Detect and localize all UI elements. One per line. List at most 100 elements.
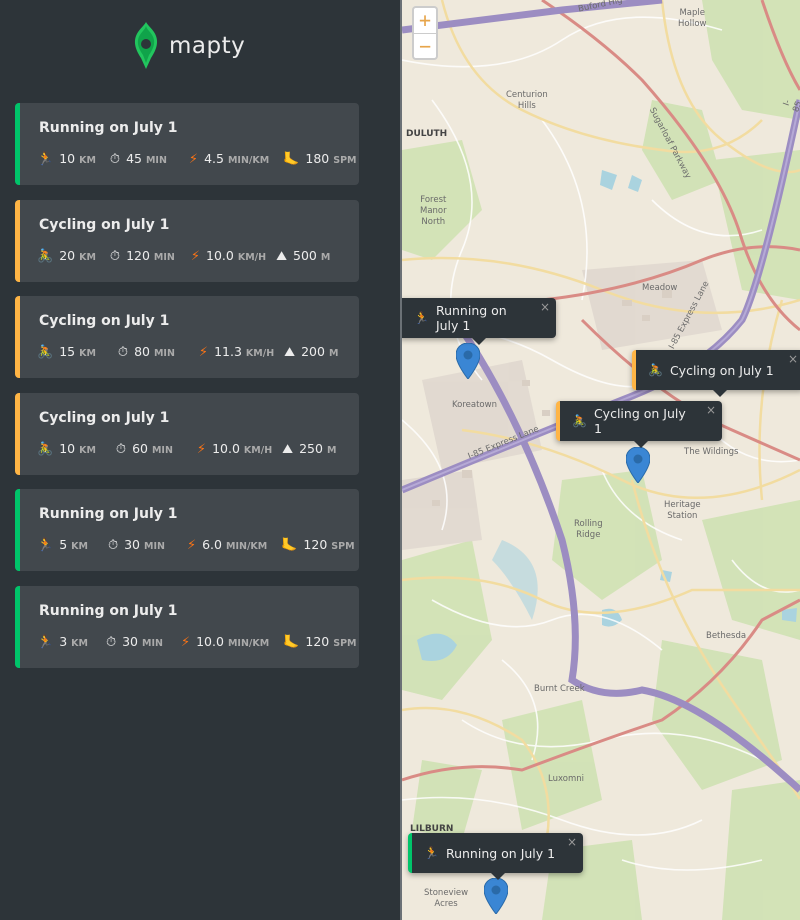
duration-unit: MIN (153, 252, 175, 263)
foot-icon: 🦶 (283, 152, 300, 167)
workout-card[interactable]: Running on July 1 🏃 5 KM ⏱ 30 MIN ⚡ 6.0 MIN/KM… (15, 489, 359, 571)
cadence-detail: 🦶 180 SPM (283, 151, 356, 167)
map-marker-icon[interactable] (484, 878, 508, 914)
map-label-place: Heritage Station (664, 500, 701, 521)
distance-detail: 🚴 10 KM (37, 441, 96, 457)
duration-value: 120 (126, 248, 150, 263)
cyclist-icon: 🚴 (37, 345, 54, 360)
workout-popup[interactable]: 🏃 Running on July 1 × (402, 298, 556, 345)
speed-unit: KM/H (237, 252, 267, 263)
pace-unit: MIN/KM (226, 541, 268, 552)
popup-close-button[interactable]: × (706, 403, 716, 417)
popup-label: Cycling on July 1 (669, 362, 774, 378)
runner-icon: 🏃 (37, 635, 54, 650)
distance-detail: 🏃 3 KM (37, 634, 88, 650)
distance-unit: KM (79, 155, 96, 166)
workout-type-accent (15, 200, 20, 282)
map-label-place: Burnt Creek (534, 684, 585, 694)
foot-icon: 🦶 (281, 538, 298, 553)
map-label-city: DULUTH (406, 129, 448, 139)
map-label-place: Meadow (642, 283, 678, 293)
workout-title: Cycling on July 1 (39, 313, 170, 329)
lightning-icon: ⚡ (198, 345, 209, 360)
distance-unit: KM (71, 541, 88, 552)
workout-card[interactable]: Cycling on July 1 🚴 20 KM ⏱ 120 MIN ⚡ 10.0 KM/… (15, 200, 359, 282)
duration-detail: ⏱ 80 MIN (118, 344, 175, 360)
cadence-unit: SPM (333, 638, 357, 649)
popup-close-button[interactable]: × (788, 352, 798, 366)
zoom-in-button[interactable]: + (414, 8, 436, 33)
duration-value: 80 (134, 344, 150, 359)
cadence-value: 120 (305, 634, 330, 649)
stopwatch-icon: ⏱ (105, 635, 117, 650)
popup-close-button[interactable]: × (567, 835, 577, 849)
pace-detail: ⚡ 10.0 MIN/KM (181, 634, 269, 650)
cyclist-icon: 🚴 (572, 414, 587, 428)
pace-detail: ⚡ 6.0 MIN/KM (187, 537, 267, 553)
distance-unit: KM (79, 348, 96, 359)
workout-details: 🏃 3 KM ⏱ 30 MIN ⚡ 10.0 MIN/KM 🦶 120 SPM (37, 634, 357, 650)
map-label-place: The Wildings (684, 447, 739, 457)
distance-value: 15 (59, 344, 76, 359)
logo-pin-icon (134, 22, 158, 69)
workout-title: Running on July 1 (39, 120, 178, 136)
workout-card[interactable]: Cycling on July 1 🚴 10 KM ⏱ 60 MIN ⚡ 10.0 KM/H… (15, 393, 359, 475)
lightning-icon: ⚡ (196, 442, 207, 457)
cadence-unit: SPM (331, 541, 355, 552)
map-label-place: Stoneview Acres (424, 888, 469, 909)
mountain-icon: ⛰ (284, 345, 296, 360)
pace-detail: ⚡ 4.5 MIN/KM (189, 151, 269, 167)
popup-close-button[interactable]: × (540, 300, 550, 314)
duration-value: 60 (132, 441, 148, 456)
map-label-place: Koreatown (452, 400, 497, 410)
duration-value: 30 (122, 634, 139, 649)
lightning-icon: ⚡ (186, 538, 197, 553)
stopwatch-icon: ⏱ (115, 442, 127, 457)
distance-detail: 🏃 10 KM (37, 151, 96, 167)
pace-value: 10.0 (196, 634, 224, 649)
duration-value: 45 (126, 151, 142, 166)
workout-card[interactable]: Running on July 1 🏃 10 KM ⏱ 45 MIN ⚡ 4.5 MIN/K… (15, 103, 359, 185)
lightning-icon: ⚡ (188, 152, 199, 167)
zoom-out-button[interactable]: − (414, 33, 436, 58)
duration-detail: ⏱ 30 MIN (108, 537, 165, 553)
stopwatch-icon: ⏱ (109, 152, 121, 167)
popup-label: Running on July 1 (445, 845, 556, 861)
workout-details: 🏃 10 KM ⏱ 45 MIN ⚡ 4.5 MIN/KM 🦶 180 SPM (37, 151, 357, 167)
workout-title: Running on July 1 (39, 506, 178, 522)
mountain-icon: ⛰ (276, 249, 288, 264)
map-marker-icon[interactable] (456, 343, 480, 379)
workout-popup[interactable]: 🏃 Running on July 1 × (408, 833, 583, 880)
workout-popup[interactable]: 🚴 Cycling on July 1 × (556, 401, 722, 448)
workout-details: 🚴 10 KM ⏱ 60 MIN ⚡ 10.0 KM/H ⛰ 250 M (37, 441, 336, 457)
workout-card[interactable]: Running on July 1 🏃 3 KM ⏱ 30 MIN ⚡ 10.0 MIN/K… (15, 586, 359, 668)
distance-detail: 🚴 15 KM (37, 344, 96, 360)
duration-detail: ⏱ 45 MIN (110, 151, 167, 167)
distance-value: 10 (59, 151, 76, 166)
speed-value: 11.3 (214, 344, 242, 359)
workout-type-accent (15, 296, 20, 378)
elevation-unit: M (328, 348, 339, 359)
distance-unit: KM (79, 252, 96, 263)
distance-detail: 🏃 5 KM (37, 537, 88, 553)
speed-detail: ⚡ 11.3 KM/H (199, 344, 274, 360)
map-label-place: Rolling Ridge (574, 519, 603, 540)
foot-icon: 🦶 (283, 635, 300, 650)
distance-detail: 🚴 20 KM (37, 248, 96, 264)
elevation-detail: ⛰ 200 M (284, 344, 338, 360)
speed-detail: ⚡ 10.0 KM/H (191, 248, 266, 264)
speed-value: 10.0 (212, 441, 240, 456)
elevation-unit: M (320, 252, 331, 263)
workout-card[interactable]: Cycling on July 1 🚴 15 KM ⏱ 80 MIN ⚡ 11.3 KM/H… (15, 296, 359, 378)
stopwatch-icon: ⏱ (107, 538, 119, 553)
map-tiles[interactable] (402, 0, 800, 920)
map[interactable]: Buford Hig Maple Hollow Centurion Hills … (402, 0, 800, 920)
map-marker-icon[interactable] (626, 447, 650, 483)
duration-unit: MIN (145, 155, 167, 166)
workout-popup[interactable]: 🚴 Cycling on July 1 × (632, 350, 800, 397)
lightning-icon: ⚡ (180, 635, 191, 650)
elevation-detail: ⛰ 250 M (282, 441, 336, 457)
distance-unit: KM (71, 638, 88, 649)
pace-value: 4.5 (204, 151, 224, 166)
distance-value: 5 (59, 537, 68, 552)
